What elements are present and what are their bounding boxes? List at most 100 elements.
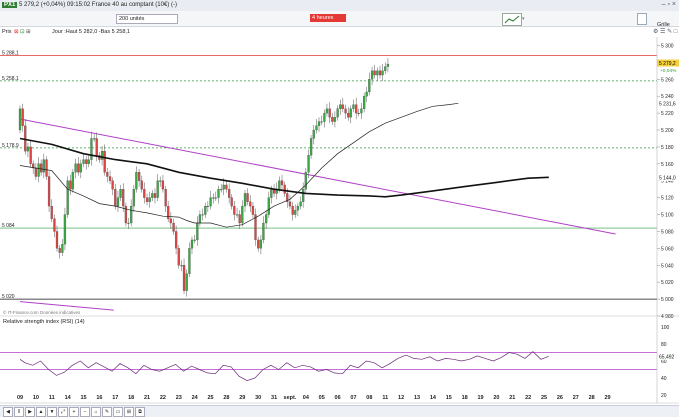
candle-body	[135, 172, 138, 190]
candle-body	[283, 184, 286, 194]
candle-body	[386, 63, 390, 67]
indicative-label: Données indicatives	[40, 310, 81, 315]
candle-body	[360, 108, 363, 114]
candle-body	[37, 163, 40, 177]
rsi-tick-label: 20	[661, 393, 667, 399]
candle-body	[132, 189, 135, 207]
candle-body	[259, 239, 263, 249]
price-tick-label: 5 200	[661, 128, 674, 134]
price-chart: 5 288,1 5 258,1 5 178,9 5 084 5 020 10 08 06 04…	[0, 37, 679, 404]
x-tick-label: 25	[541, 395, 547, 401]
candle-body	[58, 248, 61, 253]
rsi-label: Relative strength index (RSI) (14)	[3, 319, 85, 325]
candle-body	[61, 244, 64, 253]
candle-body	[352, 104, 355, 109]
price-tick-label: 5 040	[661, 263, 674, 269]
candle-body	[225, 184, 228, 190]
price-tick-label: 5 020	[661, 280, 674, 286]
candle-body	[246, 193, 249, 202]
candle-body	[151, 193, 154, 198]
candle-body	[302, 189, 305, 202]
candle-body	[220, 189, 223, 191]
candle-body	[214, 197, 217, 199]
candle-body	[378, 70, 382, 76]
price-tick-label: 5 000	[661, 297, 674, 303]
candle-body	[106, 172, 109, 177]
candle-body	[304, 172, 307, 190]
x-tick-label: 29	[239, 395, 245, 401]
ma-value-tag: 5 144,0	[659, 175, 676, 181]
candle-body	[233, 205, 236, 215]
candle-body	[333, 117, 337, 122]
candle-body	[148, 197, 151, 202]
candle-body	[349, 108, 352, 118]
price-tick-label: 5 220	[661, 111, 674, 117]
price-tick-label: 5 240	[661, 94, 674, 100]
candle-body	[111, 180, 114, 190]
candle-body	[127, 222, 130, 224]
candle-body	[87, 159, 90, 164]
candle-body	[376, 70, 379, 76]
candle-body	[66, 180, 69, 215]
candle-body	[339, 104, 342, 109]
price-tick-label: 5 260	[661, 77, 674, 83]
candle-body	[143, 189, 146, 198]
x-tick-label: 17	[112, 395, 118, 401]
candle-body	[39, 163, 43, 173]
candle-body	[312, 129, 315, 139]
x-tick-label: 06	[335, 395, 341, 401]
candle-body	[251, 205, 255, 215]
x-tick-label: 22	[525, 395, 531, 401]
candle-body	[355, 104, 358, 114]
rsi-tick-label: 40	[661, 376, 667, 382]
candle-body	[201, 214, 204, 216]
candle-body	[156, 180, 159, 198]
x-tick-label: 09	[17, 395, 23, 401]
candle-body	[381, 70, 384, 76]
x-tick-label: 19	[477, 395, 483, 401]
level-label: 5 020	[2, 294, 15, 300]
candle-body	[182, 265, 186, 291]
chart-window: PX1 5 279,2 (+0,04%) 09:15:02 France 40 …	[0, 0, 679, 417]
x-tick-label: 30	[255, 395, 261, 401]
x-tick-label: 13	[414, 395, 420, 401]
candle-body	[267, 197, 270, 215]
candle-body	[198, 214, 202, 224]
candle-body	[325, 108, 329, 114]
candle-body	[288, 201, 292, 207]
x-tick-label: 04	[303, 395, 310, 401]
price-tick-label: 5 080	[661, 229, 674, 235]
candle-body	[69, 180, 72, 190]
candle-body	[204, 205, 207, 215]
candle-body	[188, 248, 191, 274]
candle-body	[241, 205, 244, 224]
candle-body	[307, 155, 310, 173]
candle-body	[77, 163, 80, 173]
ma-value-tag: 5 231,6	[659, 101, 676, 107]
candle-body	[331, 117, 334, 122]
candle-body	[161, 180, 165, 190]
candle-body	[90, 138, 93, 160]
last-change-tag: +0,04%	[660, 68, 677, 74]
x-tick-label: 05	[319, 395, 325, 401]
candle-body	[206, 205, 209, 208]
candle-body	[328, 108, 331, 118]
x-tick-label: sept.	[284, 395, 297, 401]
candle-body	[74, 163, 77, 173]
level-label: 5 258,1	[2, 76, 19, 82]
x-tick-label: 26	[557, 395, 563, 401]
candle-body	[235, 214, 239, 216]
candle-body	[18, 108, 22, 131]
candle-body	[291, 205, 294, 215]
candle-body	[140, 180, 143, 190]
candle-body	[29, 146, 32, 164]
candle-body	[278, 180, 281, 190]
candle-body	[344, 108, 347, 114]
candle-body	[159, 180, 162, 182]
level-label: 5 178,9	[2, 143, 19, 149]
candle-body	[55, 231, 59, 249]
candle-body	[362, 96, 366, 109]
candle-body	[336, 108, 339, 118]
x-tick-label: 14	[430, 395, 437, 401]
candle-body	[85, 159, 88, 164]
